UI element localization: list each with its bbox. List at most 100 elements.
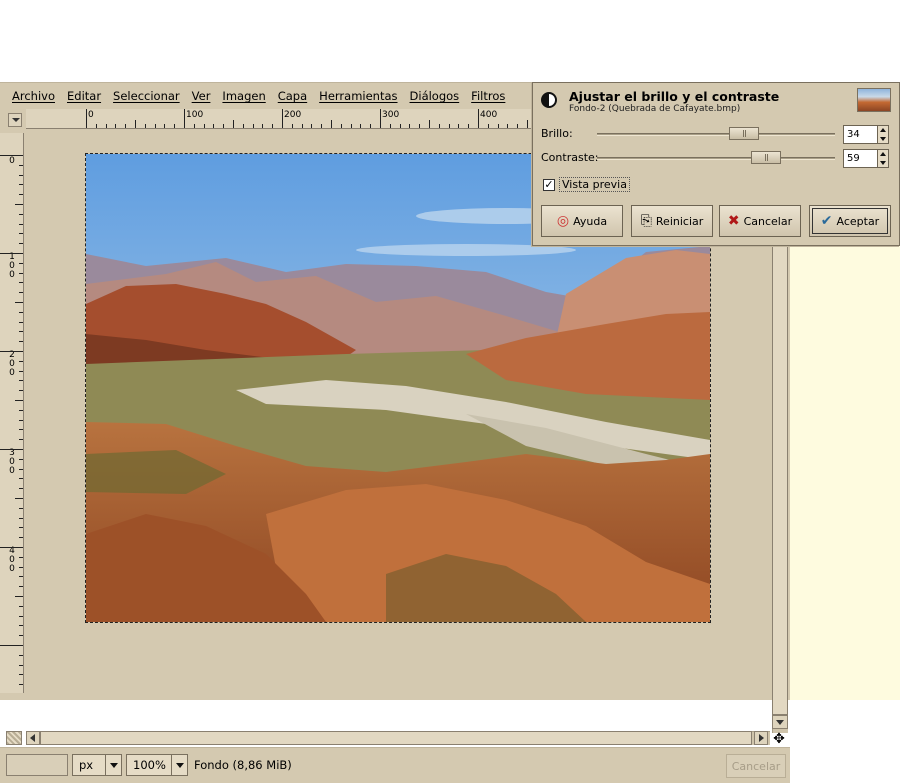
brightness-label: Brillo:	[541, 127, 573, 140]
ruler-tick	[19, 537, 23, 538]
ruler-tick	[478, 109, 479, 128]
hruler-label-200: 200	[284, 110, 302, 120]
menu-dialogos[interactable]: Diálogos	[410, 89, 460, 103]
contrast-value: 59	[847, 153, 860, 164]
ruler-tick	[0, 547, 23, 548]
ruler-tick	[390, 124, 391, 128]
ruler-tick	[15, 204, 23, 205]
ruler-tick	[184, 109, 185, 128]
scroll-right-button[interactable]	[754, 731, 768, 745]
menu-capa[interactable]: Capa	[278, 89, 307, 103]
ruler-tick	[262, 124, 263, 128]
ruler-tick	[19, 625, 23, 626]
scroll-down-button[interactable]	[772, 715, 788, 729]
ruler-tick	[19, 282, 23, 283]
checkmark-icon: ✔	[820, 213, 833, 229]
ruler-tick	[19, 273, 23, 274]
menu-archivo[interactable]: Archivo	[12, 89, 55, 103]
ruler-tick	[302, 124, 303, 128]
ruler-tick	[19, 194, 23, 195]
ruler-tick	[360, 124, 361, 128]
cancel-button-label: Cancelar	[743, 214, 793, 228]
ruler-tick	[19, 576, 23, 577]
ruler-tick	[19, 557, 23, 558]
ruler-tick	[174, 124, 175, 128]
ruler-tick	[19, 175, 23, 176]
ruler-tick	[272, 124, 273, 128]
status-cancel-button: Cancelar	[726, 754, 786, 778]
help-button[interactable]: ◎ Ayuda	[541, 205, 623, 237]
brightness-slider-track[interactable]	[597, 133, 835, 136]
quick-mask-toggle[interactable]	[6, 731, 22, 745]
dialog-title: Ajustar el brillo y el contraste	[569, 89, 780, 104]
scroll-left-button[interactable]	[26, 731, 40, 745]
ruler-tick	[243, 124, 244, 128]
ruler-tick	[19, 233, 23, 234]
ruler-tick	[19, 184, 23, 185]
navigate-icon[interactable]: ✥	[770, 731, 788, 747]
ruler-tick	[19, 263, 23, 264]
ruler-menu-button[interactable]	[8, 113, 22, 127]
hruler-label-100: 100	[186, 110, 204, 120]
zoom-select[interactable]: 100%	[126, 754, 188, 776]
brightness-spinbutton[interactable]: 34	[843, 125, 889, 144]
preview-checkbox[interactable]: ✓	[543, 179, 555, 191]
ruler-tick	[0, 449, 23, 450]
pointer-coordinates	[6, 754, 68, 776]
ruler-tick	[458, 124, 459, 128]
ruler-tick	[488, 124, 489, 128]
ruler-tick	[0, 155, 23, 156]
ruler-tick	[15, 596, 23, 597]
ruler-tick	[311, 124, 312, 128]
ruler-tick	[19, 684, 23, 685]
preview-label[interactable]: Vista previa	[559, 177, 630, 192]
cancel-button[interactable]: ✖ Cancelar	[719, 205, 801, 237]
ruler-tick	[19, 674, 23, 675]
menu-editar[interactable]: Editar	[67, 89, 101, 103]
ruler-tick	[19, 165, 23, 166]
ruler-tick	[19, 488, 23, 489]
brightness-slider-handle[interactable]	[729, 127, 759, 140]
reset-button[interactable]: ⎘ Reiniciar	[631, 205, 713, 237]
horizontal-scrollbar-thumb[interactable]	[40, 731, 752, 745]
contrast-slider-handle[interactable]	[751, 151, 781, 164]
ruler-tick	[19, 606, 23, 607]
vruler-label-300: 300	[9, 448, 15, 476]
ruler-tick	[19, 527, 23, 528]
ruler-tick	[19, 429, 23, 430]
ruler-tick	[282, 109, 283, 128]
ruler-tick	[19, 361, 23, 362]
menu-seleccionar[interactable]: Seleccionar	[113, 89, 180, 103]
reset-icon: ⎘	[640, 213, 652, 229]
contrast-slider-track[interactable]	[597, 157, 835, 160]
close-icon: ✖	[727, 213, 740, 229]
ruler-tick	[19, 390, 23, 391]
ruler-tick	[96, 124, 97, 128]
menu-filtros[interactable]: Filtros	[471, 89, 505, 103]
vruler-label-0: 0	[9, 156, 15, 166]
contrast-spinbutton[interactable]: 59	[843, 149, 889, 168]
menu-ver[interactable]: Ver	[192, 89, 211, 103]
ruler-tick	[19, 586, 23, 587]
ruler-tick	[15, 302, 23, 303]
ruler-tick	[19, 655, 23, 656]
spin-arrows-icon[interactable]	[877, 126, 888, 143]
unit-select[interactable]: px	[72, 754, 122, 776]
ruler-tick	[233, 120, 234, 128]
ruler-tick	[370, 124, 371, 128]
ruler-tick	[439, 124, 440, 128]
hruler-label-300: 300	[382, 110, 400, 120]
spin-arrows-icon[interactable]	[877, 150, 888, 167]
ok-button[interactable]: ✔ Aceptar	[809, 205, 891, 237]
brightness-contrast-dialog: Ajustar el brillo y el contraste Fondo-2…	[532, 82, 900, 246]
ruler-tick	[429, 120, 430, 128]
ruler-tick	[19, 341, 23, 342]
ruler-tick	[115, 124, 116, 128]
ruler-tick	[321, 124, 322, 128]
menu-imagen[interactable]: Imagen	[222, 89, 265, 103]
chevron-down-icon	[105, 755, 121, 775]
ruler-tick	[19, 331, 23, 332]
ruler-tick	[517, 124, 518, 128]
ruler-tick	[253, 124, 254, 128]
menu-herramientas[interactable]: Herramientas	[319, 89, 397, 103]
